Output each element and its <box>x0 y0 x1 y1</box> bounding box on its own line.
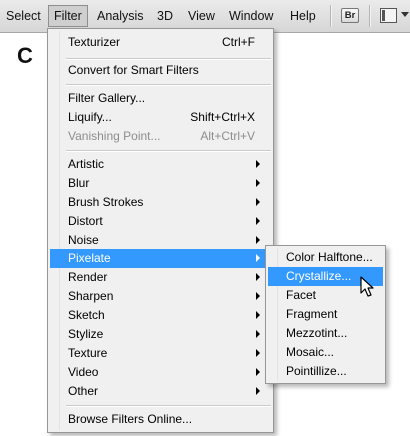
submenu-arrow-icon <box>256 368 260 376</box>
menu-item-artistic[interactable]: Artistic <box>50 155 271 174</box>
menu-item-noise[interactable]: Noise <box>50 231 271 250</box>
menu-select[interactable]: Select <box>6 5 41 27</box>
submenu-arrow-icon <box>256 198 260 206</box>
menu-item-convert-smart-filters[interactable]: Convert for Smart Filters <box>50 61 271 80</box>
menu-item-filter-gallery[interactable]: Filter Gallery... <box>50 89 271 108</box>
menu-analysis[interactable]: Analysis <box>97 5 144 27</box>
menu-item-label: Vanishing Point... <box>68 129 161 143</box>
menu-item-label: Brush Strokes <box>68 195 144 209</box>
menu-item-label: Sketch <box>68 308 105 322</box>
menu-item-vanishing-point: Vanishing Point... Alt+Ctrl+V <box>50 127 271 146</box>
menu-item-browse-filters-online[interactable]: Browse Filters Online... <box>50 410 271 429</box>
menu-item-label: Other <box>68 384 99 398</box>
menu-item-other[interactable]: Other <box>50 382 271 401</box>
menu-item-blur[interactable]: Blur <box>50 174 271 193</box>
workspace-icon[interactable] <box>380 8 397 23</box>
menu-item-label: Artistic <box>68 157 104 171</box>
menu-item-label: Filter Gallery... <box>68 91 146 105</box>
menu-item-label: Sharpen <box>68 289 114 303</box>
submenu-arrow-icon <box>256 236 260 244</box>
menu-item-label: Color Halftone... <box>286 250 373 264</box>
submenu-arrow-icon <box>256 349 260 357</box>
menu-item-label: Convert for Smart Filters <box>68 63 199 77</box>
submenu-arrow-icon <box>256 217 260 225</box>
menu-item-label: Texture <box>68 346 108 360</box>
submenu-arrow-icon <box>256 387 260 395</box>
menubar-divider <box>330 5 331 27</box>
submenu-arrow-icon <box>256 160 260 168</box>
menu-item-brush-strokes[interactable]: Brush Strokes <box>50 193 271 212</box>
submenu-arrow-icon <box>256 330 260 338</box>
menu-item-label: Distort <box>68 214 103 228</box>
submenu-item-pointillize[interactable]: Pointillize... <box>268 362 383 381</box>
submenu-item-mezzotint[interactable]: Mezzotint... <box>268 324 383 343</box>
submenu-arrow-icon <box>256 292 260 300</box>
menu-separator <box>66 84 271 85</box>
menu-item-label: Fragment <box>286 307 338 321</box>
menu-item-stylize[interactable]: Stylize <box>50 325 271 344</box>
menu-item-label: Mosaic... <box>286 345 335 359</box>
filter-menu: Texturizer Ctrl+F Convert for Smart Filt… <box>47 28 274 433</box>
submenu-item-mosaic[interactable]: Mosaic... <box>268 343 383 362</box>
menu-item-label: Pointillize... <box>286 364 347 378</box>
submenu-arrow-icon <box>256 273 260 281</box>
menu-filter[interactable]: Filter <box>48 5 88 27</box>
menu-item-video[interactable]: Video <box>50 363 271 382</box>
submenu-arrow-icon <box>256 311 260 319</box>
menu-item-pixelate[interactable]: Pixelate <box>50 249 271 268</box>
submenu-arrow-icon <box>256 254 260 262</box>
menu-item-liquify[interactable]: Liquify... Shift+Ctrl+X <box>50 108 271 127</box>
menu-item-sharpen[interactable]: Sharpen <box>50 287 271 306</box>
menu-separator <box>66 150 271 151</box>
cursor-arrow-icon <box>360 276 374 297</box>
menu-item-render[interactable]: Render <box>50 268 271 287</box>
submenu-arrow-icon <box>256 179 260 187</box>
pixelate-submenu: Color Halftone... Crystallize... Facet F… <box>265 245 386 384</box>
menu-item-label: Mezzotint... <box>286 326 348 340</box>
menu-item-texture[interactable]: Texture <box>50 344 271 363</box>
menu-item-shortcut: Ctrl+F <box>222 35 255 49</box>
menu-item-label: Browse Filters Online... <box>68 412 193 426</box>
menu-item-distort[interactable]: Distort <box>50 212 271 231</box>
menu-item-label: Liquify... <box>68 110 112 124</box>
menu-item-label: Stylize <box>68 327 104 341</box>
submenu-item-fragment[interactable]: Fragment <box>268 305 383 324</box>
menu-window[interactable]: Window <box>229 5 273 27</box>
menu-help[interactable]: Help <box>290 5 316 27</box>
menu-item-label: Pixelate <box>68 251 111 265</box>
menu-item-label: Facet <box>286 288 317 302</box>
menu-item-label: Crystallize... <box>286 269 352 283</box>
menu-item-texturizer[interactable]: Texturizer Ctrl+F <box>50 33 271 52</box>
menu-item-shortcut: Alt+Ctrl+V <box>200 129 255 143</box>
menubar-divider <box>369 5 370 27</box>
bridge-icon[interactable]: Br <box>341 8 359 23</box>
menu-item-label: Blur <box>68 176 90 190</box>
menu-item-label: Texturizer <box>68 35 121 49</box>
menu-separator <box>66 405 271 406</box>
chevron-down-icon[interactable] <box>401 12 409 17</box>
menu-separator <box>66 58 271 59</box>
menu-item-sketch[interactable]: Sketch <box>50 306 271 325</box>
menu-item-shortcut: Shift+Ctrl+X <box>190 110 255 124</box>
menu-item-label: Video <box>68 365 99 379</box>
menu-item-label: Noise <box>68 233 99 247</box>
canvas-text: C <box>17 43 33 68</box>
menu-view[interactable]: View <box>188 5 215 27</box>
menu-3d[interactable]: 3D <box>157 5 173 27</box>
menu-item-label: Render <box>68 270 108 284</box>
submenu-item-color-halftone[interactable]: Color Halftone... <box>268 248 383 267</box>
